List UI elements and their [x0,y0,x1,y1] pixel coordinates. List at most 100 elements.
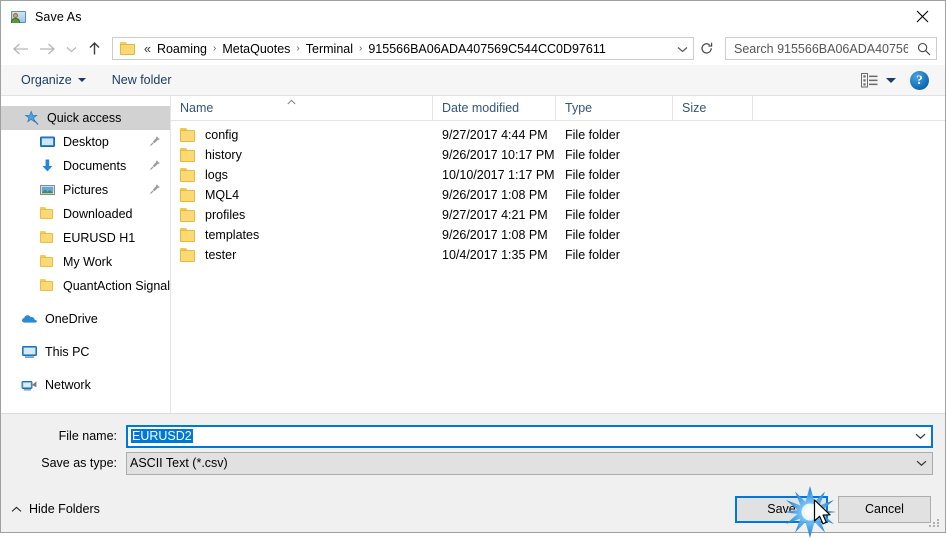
folder-icon [39,230,56,246]
title-bar: Save As [1,1,945,32]
file-name-cell[interactable]: history [171,148,433,162]
file-name-input[interactable]: EURUSD2 [126,424,933,448]
sidebar-item-quantaction-signal[interactable]: QuantAction Signal [1,274,170,298]
sidebar-item-documents[interactable]: Documents [1,154,170,178]
save-as-type-dropdown-button[interactable] [910,459,932,467]
file-name-cell[interactable]: tester [171,248,433,262]
sidebar-item-label: Quick access [47,111,122,125]
pin-icon[interactable] [149,159,161,171]
breadcrumb-item-metaquotes[interactable]: MetaQuotes [220,42,292,56]
save-button-label: Save [767,502,796,516]
column-header-label: Name [180,101,214,115]
sidebar-item-label: Downloaded [63,207,133,221]
column-header-date-modified[interactable]: Date modified [433,96,556,120]
save-as-type-select[interactable]: ASCII Text (*.csv) [126,451,933,475]
new-folder-button[interactable]: New folder [106,68,178,92]
forward-button[interactable] [34,37,61,61]
view-dropdown-button[interactable] [886,77,896,83]
cancel-button[interactable]: Cancel [838,495,931,523]
sidebar-item-label: OneDrive [45,312,98,326]
breadcrumb-separator[interactable]: › [355,43,366,54]
file-name-cell[interactable]: templates [171,228,433,242]
file-name-label: tester [205,248,237,262]
close-icon [916,10,928,23]
file-name-value: EURUSD2 [131,429,193,443]
file-date-cell: 9/26/2017 1:08 PM [442,188,548,202]
folder-icon [120,42,136,55]
recent-locations-button[interactable] [61,37,81,61]
column-header-size[interactable]: Size [673,96,753,120]
resize-grip-icon[interactable] [929,517,941,529]
pin-icon[interactable] [149,183,161,195]
address-bar[interactable]: « Roaming › MetaQuotes › Terminal › 9155… [112,37,694,60]
file-name-cell[interactable]: MQL4 [171,188,433,202]
navigation-bar: « Roaming › MetaQuotes › Terminal › 9155… [1,32,945,65]
dialog-footer: Hide Folders Save Cancel [1,486,945,532]
file-name-label: profiles [205,208,246,222]
sidebar-item-downloaded[interactable]: Downloaded [1,202,170,226]
pin-icon[interactable] [149,135,161,147]
refresh-button[interactable] [695,37,719,60]
table-row[interactable]: profiles 9/27/2017 4:21 PM File folder [171,205,945,225]
search-icon[interactable] [912,42,936,56]
file-name-cell[interactable]: config [171,128,433,142]
file-name-cell[interactable]: profiles [171,208,433,222]
sidebar-item-pictures[interactable]: Pictures [1,178,170,202]
up-button[interactable] [81,37,108,61]
file-name-cell[interactable]: logs [171,168,433,182]
organize-button[interactable]: Organize [15,68,92,92]
column-header-label: Date modified [442,101,520,115]
table-row[interactable]: MQL4 9/26/2017 1:08 PM File folder [171,185,945,205]
chevron-up-icon [11,506,22,513]
sidebar-item-my-work[interactable]: My Work [1,250,170,274]
sidebar-item-label: Desktop [63,135,109,149]
sidebar-item-quick-access[interactable]: Quick access [1,106,170,130]
breadcrumb-item-terminal-id[interactable]: 915566BA06ADA407569C544CC0D97611 [366,42,607,56]
file-type-cell: File folder [565,248,620,262]
new-folder-label: New folder [111,73,172,87]
file-name-label: logs [205,168,228,182]
breadcrumb-separator[interactable]: › [292,43,303,54]
table-row[interactable]: logs 10/10/2017 1:17 PM File folder [171,165,945,185]
table-row[interactable]: templates 9/26/2017 1:08 PM File folder [171,225,945,245]
hide-folders-button[interactable]: Hide Folders [11,502,100,516]
file-type-cell: File folder [565,188,620,202]
breadcrumb-overflow[interactable]: « [142,42,155,56]
sidebar-item-onedrive[interactable]: OneDrive [1,307,170,331]
file-date-cell: 9/26/2017 1:08 PM [442,228,548,242]
breadcrumb-item-terminal[interactable]: Terminal [304,42,355,56]
breadcrumb-item-roaming[interactable]: Roaming [155,42,209,56]
sidebar-item-this-pc[interactable]: This PC [1,340,170,364]
sidebar-item-label: This PC [45,345,90,359]
search-box[interactable] [725,37,937,60]
folder-icon [180,208,196,222]
file-name-dropdown-button[interactable] [909,432,931,440]
back-button[interactable] [7,37,34,61]
table-row[interactable]: config 9/27/2017 4:44 PM File folder [171,125,945,145]
table-row[interactable]: history 9/26/2017 10:17 PM File folder [171,145,945,165]
save-button[interactable]: Save [735,495,828,523]
column-header-name[interactable]: Name [171,96,433,120]
file-date-cell: 10/10/2017 1:17 PM [442,168,555,182]
arrow-left-icon [13,43,28,54]
help-circle-icon[interactable]: ? [910,70,929,90]
save-form: File name: EURUSD2 Save as type: ASCII T… [1,413,945,486]
breadcrumb-separator[interactable]: › [209,43,220,54]
search-input[interactable] [726,41,912,56]
navigation-sidebar: Quick access Desktop Documents Pictures … [1,96,171,413]
pictures-icon [39,182,56,198]
sidebar-item-desktop[interactable]: Desktop [1,130,170,154]
folder-icon [39,206,56,222]
chevron-down-icon [915,433,925,440]
folder-icon [39,278,56,294]
folder-icon [180,188,196,202]
file-name-value-wrap[interactable]: EURUSD2 [128,429,909,443]
sidebar-item-eurusd-h1[interactable]: EURUSD H1 [1,226,170,250]
close-button[interactable] [899,1,945,32]
file-type-cell: File folder [565,148,620,162]
table-row[interactable]: tester 10/4/2017 1:35 PM File folder [171,245,945,265]
sidebar-item-network[interactable]: Network [1,373,170,397]
view-layout-icon[interactable] [856,68,882,92]
column-header-type[interactable]: Type [556,96,673,120]
address-dropdown-button[interactable] [671,38,693,59]
